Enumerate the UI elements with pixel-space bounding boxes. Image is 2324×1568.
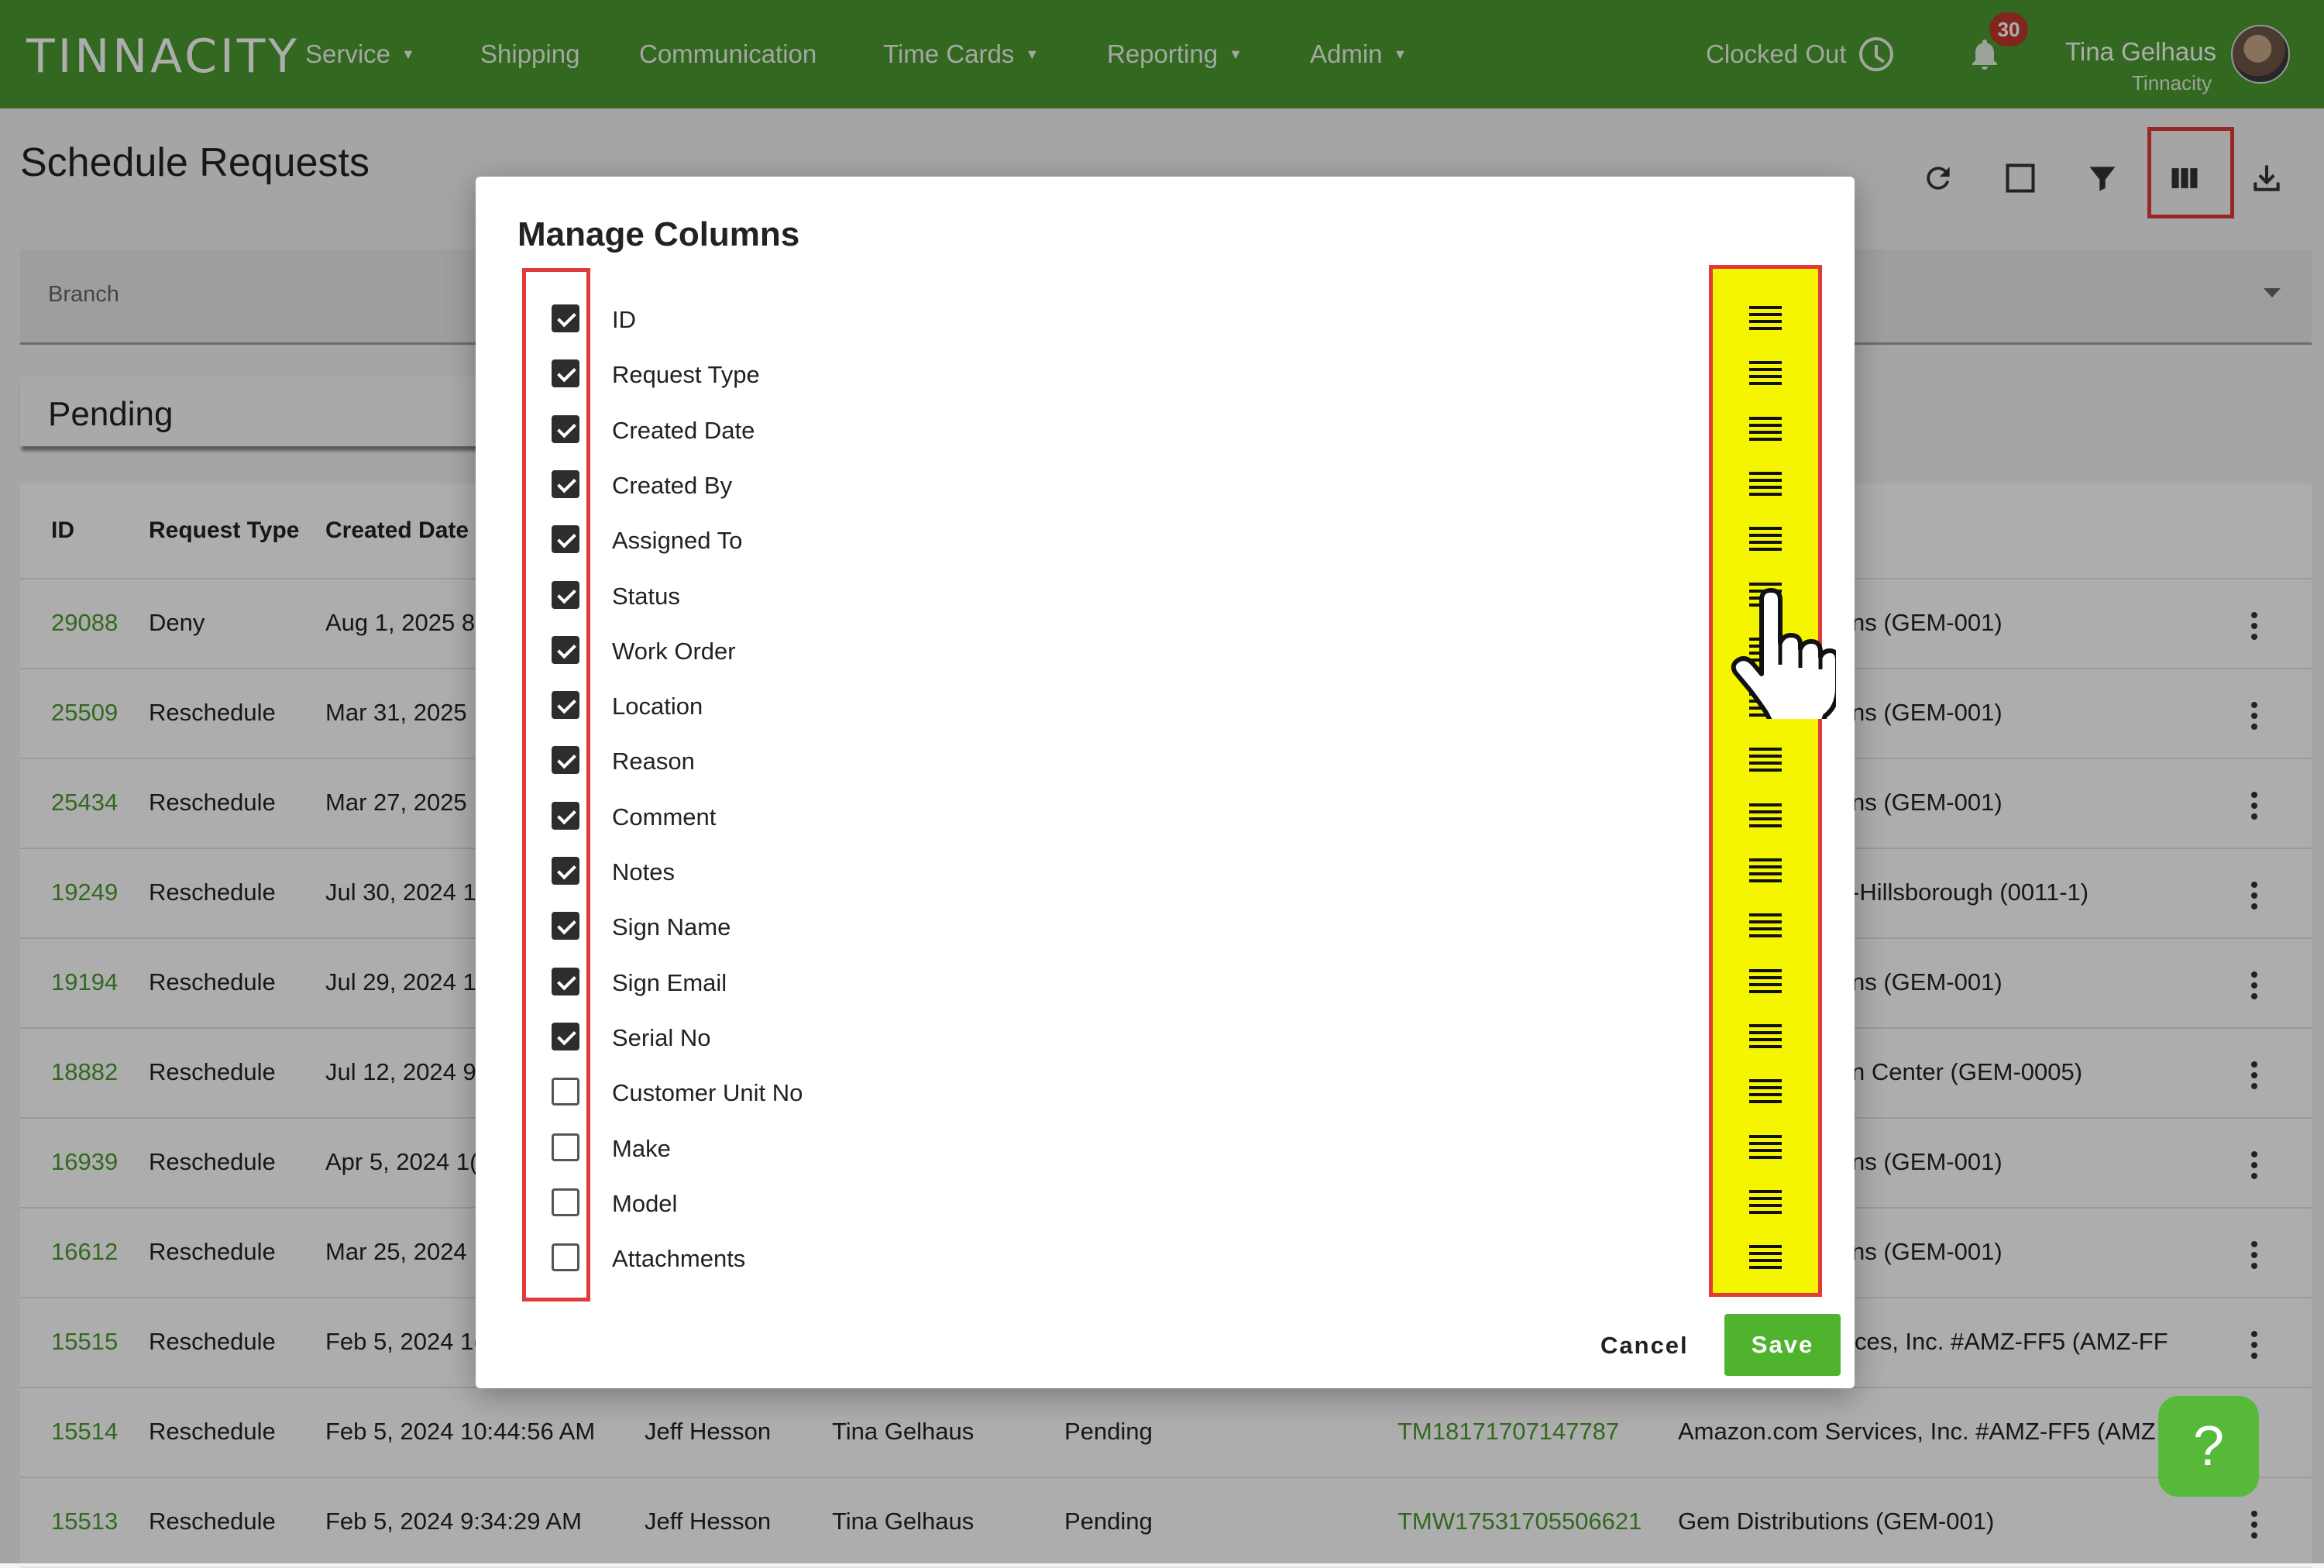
- column-option: ID: [476, 295, 1855, 342]
- column-option-label: Location: [612, 693, 703, 720]
- drag-handle-icon[interactable]: [1749, 748, 1782, 772]
- cancel-button[interactable]: Cancel: [1596, 1319, 1689, 1373]
- drag-handle-icon[interactable]: [1749, 416, 1782, 442]
- column-option: Reason: [476, 737, 1855, 783]
- manage-columns-dialog: Manage Columns ID Request Type Created Dat…: [476, 177, 1855, 1388]
- drag-handle-icon[interactable]: [1749, 1079, 1782, 1104]
- drag-handle-icon[interactable]: [1749, 1245, 1782, 1270]
- column-option: Serial No: [476, 1013, 1855, 1060]
- hand-pointer-icon: [1731, 588, 1836, 719]
- column-option-label: Notes: [612, 858, 675, 885]
- column-option: Request Type: [476, 350, 1855, 397]
- column-option-label: Created Date: [612, 416, 755, 444]
- column-checkbox[interactable]: [552, 912, 579, 940]
- drag-handle-icon[interactable]: [1749, 858, 1782, 883]
- column-option-label: Request Type: [612, 361, 760, 389]
- column-option-label: Serial No: [612, 1023, 711, 1051]
- drag-handle-icon[interactable]: [1749, 803, 1782, 828]
- column-option: Customer Unit No: [476, 1068, 1855, 1115]
- save-button[interactable]: Save: [1724, 1314, 1841, 1376]
- column-checkbox[interactable]: [552, 469, 579, 498]
- column-option: Created Date: [476, 406, 1855, 452]
- column-option: Status: [476, 572, 1855, 618]
- column-checkbox[interactable]: [552, 304, 579, 332]
- column-option: Comment: [476, 793, 1855, 839]
- dialog-title: Manage Columns: [517, 215, 800, 253]
- column-option-label: Work Order: [612, 637, 736, 665]
- column-checkbox[interactable]: [552, 1022, 579, 1050]
- help-button[interactable]: ?: [2158, 1396, 2259, 1497]
- column-option-label: ID: [612, 306, 636, 333]
- column-option: Attachments: [476, 1234, 1855, 1281]
- column-option-label: Reason: [612, 748, 695, 775]
- drag-handle-icon[interactable]: [1749, 471, 1782, 497]
- column-option: Assigned To: [476, 516, 1855, 562]
- column-checkbox[interactable]: [552, 1188, 579, 1216]
- drag-handle-icon[interactable]: [1749, 527, 1782, 552]
- drag-handle-icon[interactable]: [1749, 1023, 1782, 1049]
- column-checkbox[interactable]: [552, 1133, 579, 1161]
- column-option-label: Customer Unit No: [612, 1079, 803, 1107]
- column-checkbox[interactable]: [552, 635, 579, 664]
- drag-handle-icon[interactable]: [1749, 361, 1782, 386]
- drag-handle-icon[interactable]: [1749, 968, 1782, 994]
- column-checkbox[interactable]: [552, 1243, 579, 1272]
- column-checkbox[interactable]: [552, 1078, 579, 1106]
- column-checkbox[interactable]: [552, 414, 579, 443]
- column-option: Location: [476, 682, 1855, 728]
- column-option: Sign Email: [476, 958, 1855, 1005]
- column-checkbox[interactable]: [552, 746, 579, 775]
- column-option: Model: [476, 1179, 1855, 1226]
- column-option-label: Comment: [612, 803, 717, 830]
- drag-handle-icon[interactable]: [1749, 1134, 1782, 1160]
- column-option: Make: [476, 1124, 1855, 1171]
- column-option-label: Make: [612, 1134, 671, 1162]
- column-checkbox[interactable]: [552, 691, 579, 720]
- drag-handle-icon[interactable]: [1749, 1189, 1782, 1215]
- drag-handle-icon[interactable]: [1749, 913, 1782, 938]
- column-option-label: Assigned To: [612, 527, 743, 555]
- column-option-label: Sign Email: [612, 968, 727, 996]
- column-checkbox[interactable]: [552, 801, 579, 830]
- column-checkbox[interactable]: [552, 967, 579, 995]
- column-option: Work Order: [476, 627, 1855, 673]
- column-checkbox[interactable]: [552, 580, 579, 609]
- column-option-label: Created By: [612, 471, 733, 499]
- column-checkbox[interactable]: [552, 525, 579, 554]
- column-option-label: Attachments: [612, 1245, 746, 1273]
- column-option: Created By: [476, 461, 1855, 507]
- column-checkbox[interactable]: [552, 359, 579, 388]
- drag-handle-icon[interactable]: [1749, 306, 1782, 331]
- column-checkbox[interactable]: [552, 857, 579, 885]
- column-option: Notes: [476, 848, 1855, 894]
- column-option-label: Model: [612, 1189, 678, 1217]
- column-option: Sign Name: [476, 903, 1855, 949]
- column-option-label: Sign Name: [612, 913, 731, 941]
- column-option-label: Status: [612, 582, 680, 610]
